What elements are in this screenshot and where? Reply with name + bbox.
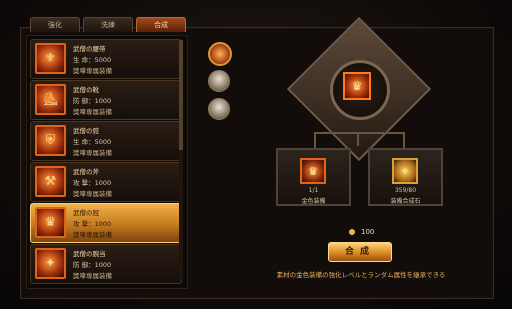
item-type: 獎嗱専属装備 xyxy=(73,108,112,116)
material-label: 装備合成石 xyxy=(390,198,421,205)
connector-line xyxy=(314,132,316,148)
item-type: 獎嗱専属装備 xyxy=(73,272,112,280)
game-window: 強化 洗練 合成 ⚜ 武僧の腰帯 生 命：5000 獎嗱専属装備 ⛸ 武僧の靴 … xyxy=(0,0,512,309)
tab-enhance[interactable]: 強化 xyxy=(30,17,80,32)
material-count: 359/80 xyxy=(394,187,417,194)
synthesis-cost: 100 xyxy=(361,228,375,236)
material-slot-equipment[interactable]: ♛ 1/1 金色装備 xyxy=(276,148,351,206)
helmet-icon: ♛ xyxy=(35,207,66,238)
result-equipment-icon[interactable]: ♛ xyxy=(343,72,371,100)
list-item[interactable]: ✦ 武僧の腕当 防 御：1000 獎嗱専属装備 xyxy=(30,244,182,284)
character-avatar-white[interactable] xyxy=(208,70,230,92)
character-avatar-grey[interactable] xyxy=(208,98,230,120)
coin-icon xyxy=(349,229,355,235)
armor-icon: ⛨ xyxy=(35,125,66,156)
list-item-selected[interactable]: ♛ 武僧の冠 攻 撃：1000 獎嗱専属装備 xyxy=(30,203,182,243)
item-name: 武僧の腰帯 xyxy=(73,45,106,53)
list-item[interactable]: ⛸ 武僧の靴 防 御：1000 獎嗱専属装備 xyxy=(30,80,182,120)
belt-icon: ⚜ xyxy=(35,43,66,74)
item-type: 獎嗱専属装備 xyxy=(73,149,112,157)
item-stat: 生 命：5000 xyxy=(73,138,112,146)
bracer-icon: ✦ xyxy=(35,248,66,279)
synthesis-description: 素材の金色装備の強化レベルとランダム属性を継承できる xyxy=(276,271,446,279)
item-name: 武僧の鎧 xyxy=(73,127,99,135)
material-label: 金色装備 xyxy=(301,198,326,205)
item-stat: 防 御：1000 xyxy=(73,261,112,269)
list-item[interactable]: ⛨ 武僧の鎧 生 命：5000 獎嗱専属装備 xyxy=(30,121,182,161)
tab-bar: 強化 洗練 合成 xyxy=(30,17,186,32)
scrollbar-thumb[interactable] xyxy=(179,40,183,150)
item-type: 獎嗱専属装備 xyxy=(73,231,112,239)
connector-line xyxy=(403,132,405,148)
item-name: 武僧の斧 xyxy=(73,168,99,176)
tab-refine[interactable]: 洗練 xyxy=(83,17,133,32)
item-stat: 攻 撃：1000 xyxy=(73,179,112,187)
item-name: 武僧の腕当 xyxy=(73,250,106,258)
item-stat: 攻 撃：1000 xyxy=(73,220,112,228)
equipment-list: ⚜ 武僧の腰帯 生 命：5000 獎嗱専属装備 ⛸ 武僧の靴 防 御：1000 … xyxy=(26,35,188,289)
material-slot-stone[interactable]: ✧ 359/80 装備合成石 xyxy=(368,148,443,206)
list-item[interactable]: ⚒ 武僧の斧 攻 撃：1000 獎嗱専属装備 xyxy=(30,162,182,202)
item-type: 獎嗱専属装備 xyxy=(73,190,112,198)
list-item[interactable]: ⚜ 武僧の腰帯 生 命：5000 獎嗱専属装備 xyxy=(30,39,182,79)
synthesis-button[interactable]: 合成 xyxy=(328,242,392,262)
item-name: 武僧の靴 xyxy=(73,86,99,94)
tab-synthesis[interactable]: 合成 xyxy=(136,17,186,32)
connector-line xyxy=(357,134,359,146)
item-stat: 防 御：1000 xyxy=(73,97,112,105)
item-name: 武僧の冠 xyxy=(73,209,99,217)
list-scrollbar[interactable] xyxy=(179,40,183,280)
item-type: 獎嗱専属装備 xyxy=(73,67,112,75)
material-count: 1/1 xyxy=(308,187,319,194)
connector-line xyxy=(314,132,404,134)
item-stat: 生 命：5000 xyxy=(73,56,112,64)
boots-icon: ⛸ xyxy=(35,84,66,115)
axe-icon: ⚒ xyxy=(35,166,66,197)
gold-equipment-icon: ♛ xyxy=(300,158,326,184)
synthesis-stone-icon: ✧ xyxy=(392,158,418,184)
character-avatar-fire[interactable] xyxy=(208,42,232,66)
